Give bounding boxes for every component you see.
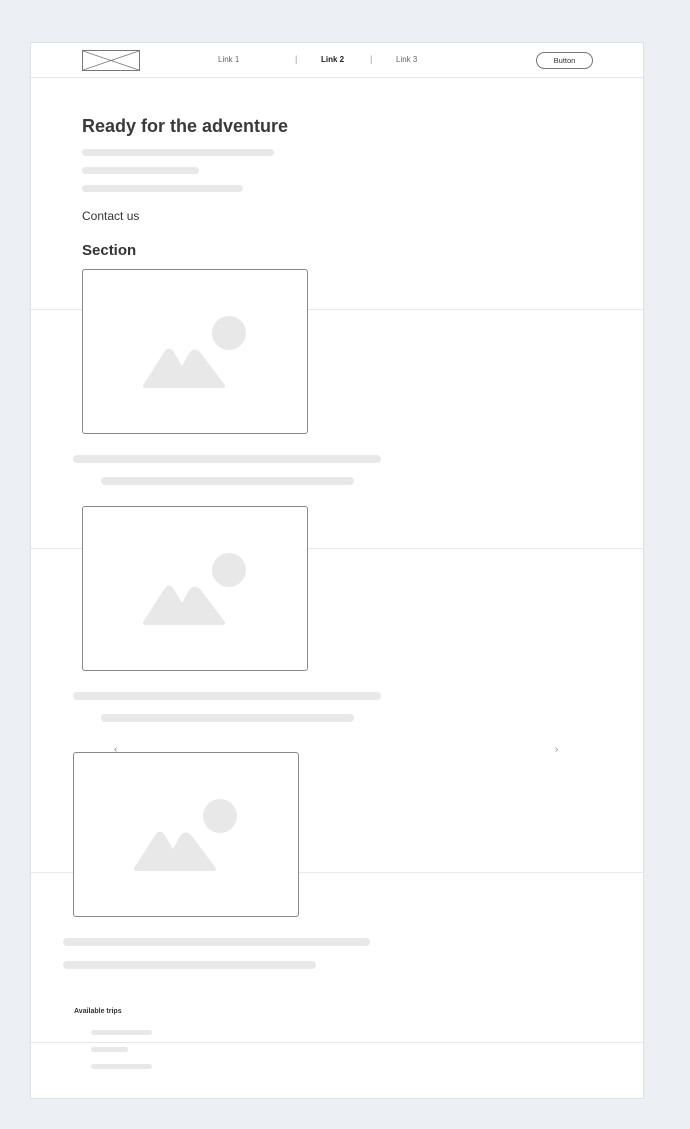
header-button[interactable]: Button [536, 52, 593, 69]
nav-separator: | [295, 54, 298, 64]
nav-link-3[interactable]: Link 3 [396, 55, 417, 64]
section-title: Section [82, 242, 137, 259]
text-placeholder-line [101, 477, 354, 485]
image-placeholder-icon [134, 799, 237, 871]
chevron-right-icon[interactable]: › [555, 744, 558, 755]
nav-link-1[interactable]: Link 1 [218, 55, 239, 64]
image-placeholder[interactable] [82, 506, 308, 671]
text-placeholder-line [73, 692, 381, 700]
page-frame: Link 1 | Link 2 | Link 3 Button Ready fo… [30, 42, 644, 1099]
text-placeholder-line [73, 455, 381, 463]
text-placeholder-line [101, 714, 354, 722]
logo-placeholder-icon[interactable] [82, 50, 140, 71]
header: Link 1 | Link 2 | Link 3 Button [31, 43, 643, 78]
nav-separator: | [370, 54, 373, 64]
nav-link-2[interactable]: Link 2 [321, 55, 344, 64]
image-placeholder-icon [143, 553, 246, 625]
text-placeholder-line [82, 149, 274, 156]
trip-placeholder-line[interactable] [91, 1047, 128, 1052]
text-placeholder-line [63, 938, 370, 946]
image-placeholder[interactable] [82, 269, 308, 434]
divider [31, 1042, 643, 1043]
hero-title: Ready for the adventure [82, 116, 289, 136]
image-placeholder[interactable] [73, 752, 299, 917]
trip-placeholder-line[interactable] [91, 1064, 152, 1069]
trips-title: Available trips [74, 1008, 122, 1015]
contact-link[interactable]: Contact us [82, 209, 139, 223]
text-placeholder-line [82, 185, 243, 192]
image-placeholder-icon [143, 316, 246, 388]
text-placeholder-line [63, 961, 316, 969]
trip-placeholder-line[interactable] [91, 1030, 152, 1035]
text-placeholder-line [82, 167, 199, 174]
